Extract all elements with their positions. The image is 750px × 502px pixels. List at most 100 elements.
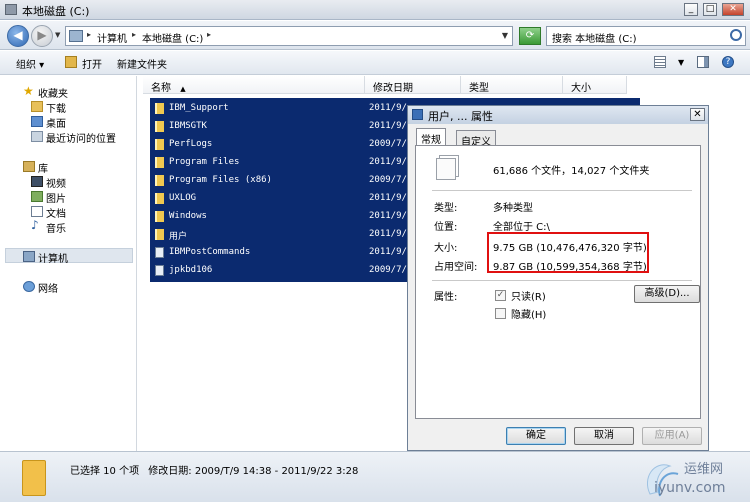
multiple-files-icon [436,158,456,180]
file-date: 2011/9/ [369,121,407,131]
documents-icon [31,206,43,217]
divider [432,280,692,281]
watermark-name: 运维网 [684,462,724,477]
selection-count: 已选择 10 个项 [70,466,140,477]
history-dropdown-icon[interactable]: ▼ [55,31,60,39]
folder-icon [155,175,164,186]
chevron-down-icon[interactable]: ▼ [502,31,508,40]
folder-icon [155,211,164,222]
refresh-button[interactable]: ⟳ [519,27,541,45]
file-row[interactable]: PerfLogs 2009/7/ [150,136,410,154]
file-row[interactable]: 用户 2011/9/ [150,226,410,244]
file-row[interactable]: jpkbd106 2009/7/ [150,262,410,280]
dialog-close-button[interactable]: ✕ [690,108,705,121]
file-row[interactable]: IBM_Support 2011/9/ [150,100,410,118]
file-row[interactable]: Program Files 2011/9/ [150,154,410,172]
size-highlight-box [487,232,649,273]
disk-usage-label: 占用空间: [434,262,478,273]
cancel-button[interactable]: 取消 [574,427,634,445]
file-row[interactable]: IBMSGTK 2011/9/ [150,118,410,136]
column-header-type[interactable]: 类型 [461,76,563,94]
column-header-size[interactable]: 大小 [563,76,627,94]
breadcrumb-local-disk[interactable]: 本地磁盘 (C:) [142,30,203,45]
sort-ascending-icon: ▲ [180,85,186,93]
tab-custom[interactable]: 自定义 [456,130,496,148]
file-name: Windows [169,211,207,221]
column-header-name[interactable]: 名称 ▲ [143,76,365,94]
file-row[interactable]: Program Files (x86) 2009/7/ [150,172,410,190]
search-icon[interactable] [730,29,742,41]
chevron-down-icon[interactable]: ▼ [678,58,684,67]
nav-pictures[interactable]: 图片 [46,190,66,205]
forward-button[interactable]: ▶ [31,25,53,47]
network-icon [23,281,35,292]
back-button[interactable]: ◀ [7,25,29,47]
window-title: 本地磁盘 (C:) [22,5,90,18]
address-bar-area: ◀ ▶ ▼ ▸ 计算机 ▸ 本地磁盘 (C:) ▸ ▼ ⟳ 搜索 本地磁盘 (C… [0,21,750,50]
hidden-checkbox[interactable] [495,308,506,319]
hidden-label[interactable]: 隐藏(H) [511,306,546,321]
apply-button[interactable]: 应用(A) [642,427,702,445]
nav-music[interactable]: 音乐 [46,220,66,235]
library-icon [23,161,35,172]
ok-button[interactable]: 确定 [506,427,566,445]
nav-videos[interactable]: 视频 [46,175,66,190]
video-icon [31,176,43,187]
chevron-right-icon[interactable]: ▸ [132,30,136,39]
file-name: IBMPostCommands [169,247,251,257]
file-date: 2011/9/ [369,157,407,167]
column-header-date[interactable]: 修改日期 [365,76,461,94]
music-icon: ♪ [31,218,39,232]
file-name: Program Files (x86) [169,175,272,185]
nav-favorites[interactable]: 收藏夹 [38,85,68,100]
file-name: PerfLogs [169,139,213,149]
star-icon: ★ [23,84,34,98]
nav-network[interactable]: 网络 [38,280,58,295]
size-label: 大小: [434,243,458,254]
nav-desktop[interactable]: 桌面 [46,115,66,130]
file-row[interactable]: Windows 2011/9/ [150,208,410,226]
modified-range: 修改日期: 2009/T/9 14:38 - 2011/9/22 3:28 [148,466,359,477]
search-input[interactable]: 搜索 本地磁盘 (C:) [546,26,746,46]
close-button[interactable]: ✕ [722,3,744,16]
readonly-label[interactable]: 只读(R) [511,288,546,303]
file-date: 2011/9/ [369,247,407,257]
desktop-icon [31,116,43,127]
chevron-right-icon[interactable]: ▸ [87,30,91,39]
nav-downloads[interactable]: 下载 [46,100,66,115]
folder-icon [155,103,164,114]
nav-libraries[interactable]: 库 [38,160,48,175]
view-options-icon[interactable] [654,56,666,68]
new-folder-button[interactable]: 新建文件夹 [117,56,167,71]
readonly-checkbox[interactable]: ✓ [495,290,506,301]
file-date: 2011/9/ [369,211,407,221]
nav-recent[interactable]: 最近访问的位置 [46,130,116,145]
maximize-button[interactable]: □ [703,3,717,16]
attributes-label: 属性: [434,292,458,303]
preview-pane-icon[interactable] [697,56,709,68]
nav-documents[interactable]: 文档 [46,205,66,220]
address-field[interactable]: ▸ 计算机 ▸ 本地磁盘 (C:) ▸ ▼ [65,26,513,46]
type-label: 类型: [434,203,458,214]
dialog-titlebar: 用户, ... 属性 ✕ [408,106,708,124]
folder-icon [155,121,164,132]
help-icon[interactable]: ? [722,56,734,68]
minimize-button[interactable]: _ [684,3,698,16]
tab-general[interactable]: 常规 [416,128,446,146]
chevron-right-icon[interactable]: ▸ [207,30,211,39]
command-toolbar: 组织 ▾ 打开 新建文件夹 ▼ ? [0,51,750,75]
breadcrumb-computer[interactable]: 计算机 [97,30,127,45]
file-date: 2009/7/ [369,265,407,275]
open-button[interactable]: 打开 [82,56,102,71]
details-pane: 已选择 10 个项 修改日期: 2009/T/9 14:38 - 2011/9/… [0,451,750,502]
advanced-button[interactable]: 高级(D)... [634,285,700,303]
search-placeholder: 搜索 本地磁盘 (C:) [552,34,637,45]
folder-icon [155,157,164,168]
recent-places-icon [31,131,43,142]
file-row[interactable]: IBMPostCommands 2011/9/ [150,244,410,262]
dialog-title: 用户, ... 属性 [428,110,493,123]
organize-menu[interactable]: 组织 ▾ [16,56,44,71]
nav-computer[interactable]: 计算机 [38,250,68,265]
divider [432,190,692,191]
file-row[interactable]: UXLOG 2011/9/ [150,190,410,208]
